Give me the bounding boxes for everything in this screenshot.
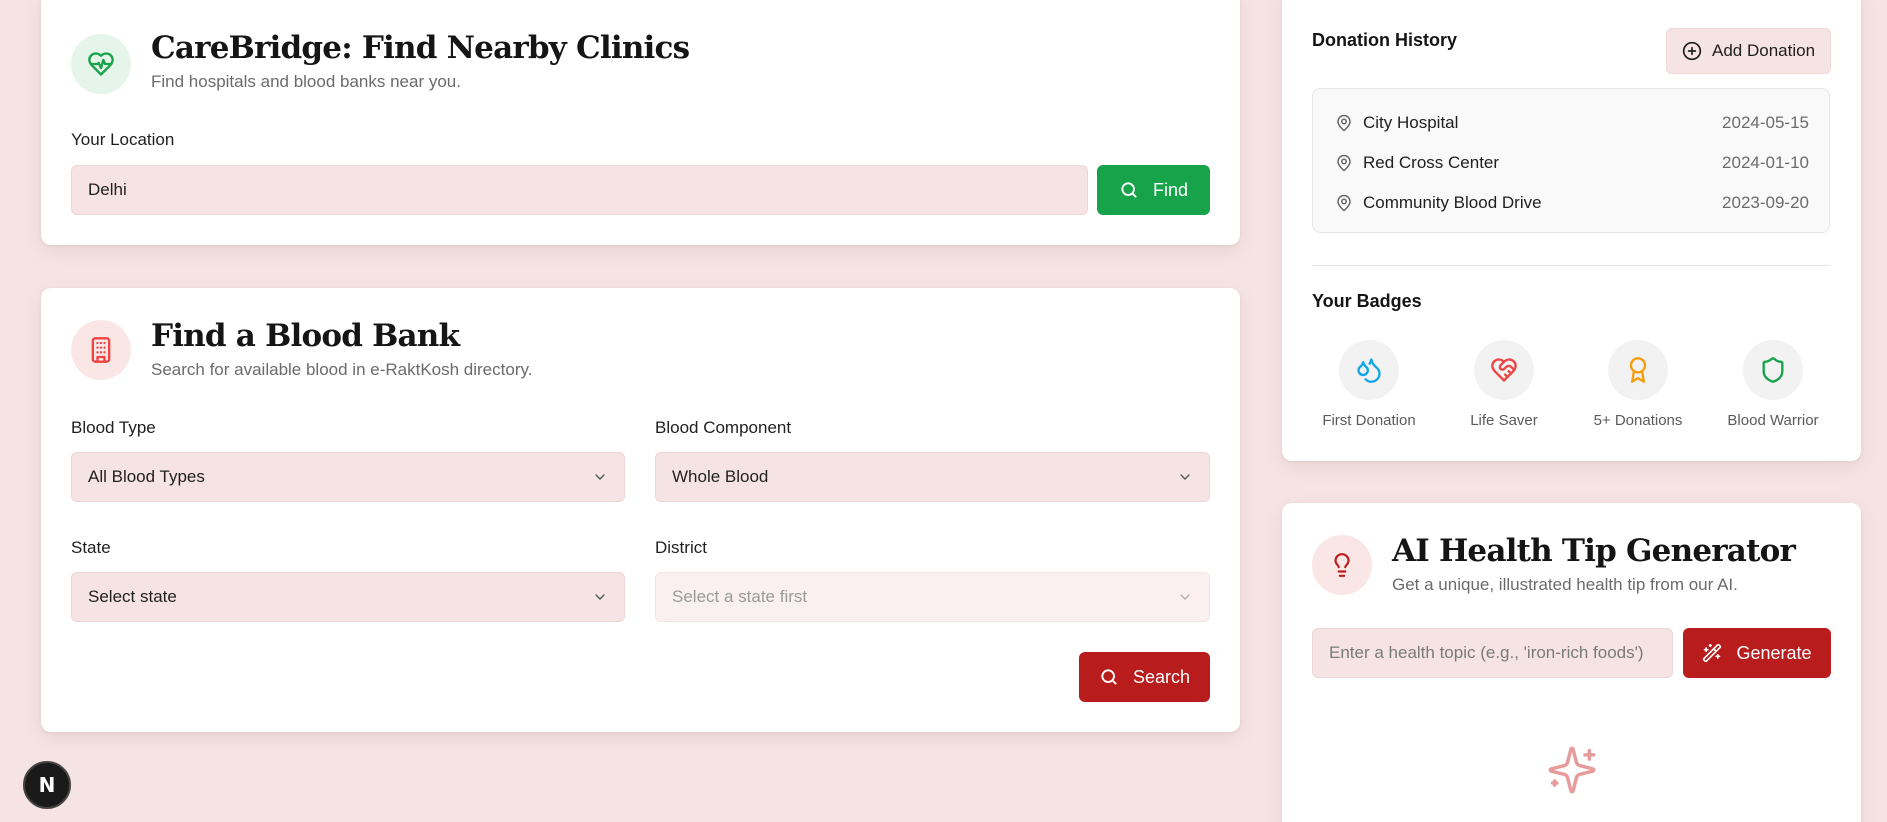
heart-pulse-icon: [71, 34, 131, 94]
badge-label: Blood Warrior: [1727, 412, 1819, 429]
donation-date: 2024-05-15: [1722, 113, 1809, 132]
hospital-building-icon: [71, 320, 131, 380]
badge-first-donation: First Donation: [1309, 340, 1429, 429]
blood-bank-subtitle: Search for available blood in e-RaktKosh…: [151, 360, 533, 379]
blood-component-select[interactable]: Whole Blood: [655, 452, 1210, 502]
map-pin-icon: [1335, 194, 1353, 212]
health-topic-placeholder: Enter a health topic (e.g., 'iron-rich f…: [1329, 643, 1644, 662]
award-icon: [1608, 340, 1668, 400]
list-item: Red Cross Center 2024-01-10: [1335, 151, 1809, 175]
donation-date: 2023-09-20: [1722, 193, 1809, 212]
shield-icon: [1743, 340, 1803, 400]
blood-type-value: All Blood Types: [88, 467, 205, 486]
ai-tip-subtitle: Get a unique, illustrated health tip fro…: [1392, 575, 1738, 594]
blood-type-select[interactable]: All Blood Types: [71, 452, 625, 502]
blood-type-label: Blood Type: [71, 418, 156, 437]
location-label: Your Location: [71, 130, 175, 149]
blood-bank-title: Find a Blood Bank: [151, 318, 460, 354]
blood-component-label: Blood Component: [655, 418, 792, 437]
lightbulb-icon: [1312, 535, 1372, 595]
state-value: Select state: [88, 587, 177, 606]
donation-history-heading: Donation History: [1312, 30, 1458, 50]
search-button-label: Search: [1132, 666, 1191, 687]
badge-label: Life Saver: [1470, 412, 1538, 429]
badge-5-donations: 5+ Donations: [1578, 340, 1698, 429]
donation-place: City Hospital: [1363, 113, 1459, 132]
page-title: CareBridge: Find Nearby Clinics: [151, 30, 690, 66]
blood-component-value: Whole Blood: [672, 467, 769, 486]
heart-handshake-icon: [1474, 340, 1534, 400]
badge-label: 5+ Donations: [1593, 412, 1683, 429]
generate-button-label: Generate: [1736, 642, 1812, 663]
chevron-down-icon: [592, 589, 608, 605]
search-button[interactable]: Search: [1079, 652, 1210, 702]
state-label: State: [71, 538, 111, 557]
health-topic-input[interactable]: Enter a health topic (e.g., 'iron-rich f…: [1312, 628, 1673, 678]
floating-n-label: N: [38, 773, 56, 797]
donation-date: 2024-01-10: [1722, 153, 1809, 172]
donation-place: Community Blood Drive: [1363, 193, 1542, 212]
droplets-icon: [1339, 340, 1399, 400]
search-icon: [1119, 180, 1139, 200]
donation-card: Donation History Add Donation City Hospi…: [1282, 0, 1861, 461]
district-label: District: [655, 538, 707, 557]
donation-place: Red Cross Center: [1363, 153, 1500, 172]
district-select[interactable]: Select a state first: [655, 572, 1210, 622]
map-pin-icon: [1335, 154, 1353, 172]
location-input[interactable]: Delhi: [71, 165, 1088, 215]
badge-label: First Donation: [1322, 412, 1416, 429]
badge-blood-warrior: Blood Warrior: [1713, 340, 1833, 429]
badges-heading: Your Badges: [1312, 291, 1422, 311]
sparkles-icon: [1546, 744, 1598, 801]
divider: [1312, 265, 1830, 266]
chevron-down-icon: [1177, 589, 1193, 605]
badge-life-saver: Life Saver: [1444, 340, 1564, 429]
list-item: City Hospital 2024-05-15: [1335, 111, 1809, 135]
floating-n-button[interactable]: N: [23, 761, 71, 809]
page-subtitle: Find hospitals and blood banks near you.: [151, 72, 461, 91]
location-value: Delhi: [88, 180, 127, 199]
add-donation-label: Add Donation: [1712, 41, 1816, 60]
add-donation-button[interactable]: Add Donation: [1666, 28, 1832, 74]
chevron-down-icon: [1177, 469, 1193, 485]
find-button[interactable]: Find: [1097, 165, 1210, 215]
blood-bank-card: Find a Blood Bank Search for available b…: [41, 288, 1240, 732]
ai-tip-card: AI Health Tip Generator Get a unique, il…: [1282, 503, 1861, 822]
plus-circle-icon: [1682, 41, 1702, 61]
magic-wand-icon: [1702, 643, 1722, 663]
map-pin-icon: [1335, 114, 1353, 132]
generate-button[interactable]: Generate: [1683, 628, 1831, 678]
ai-tip-title: AI Health Tip Generator: [1392, 533, 1796, 569]
search-icon: [1099, 667, 1119, 687]
find-button-label: Find: [1152, 179, 1188, 200]
donation-history-list: City Hospital 2024-05-15 Red Cross Cente…: [1312, 88, 1830, 233]
state-select[interactable]: Select state: [71, 572, 625, 622]
clinics-card: CareBridge: Find Nearby Clinics Find hos…: [41, 0, 1240, 245]
district-placeholder: Select a state first: [672, 587, 808, 606]
chevron-down-icon: [592, 469, 608, 485]
list-item: Community Blood Drive 2023-09-20: [1335, 191, 1809, 215]
